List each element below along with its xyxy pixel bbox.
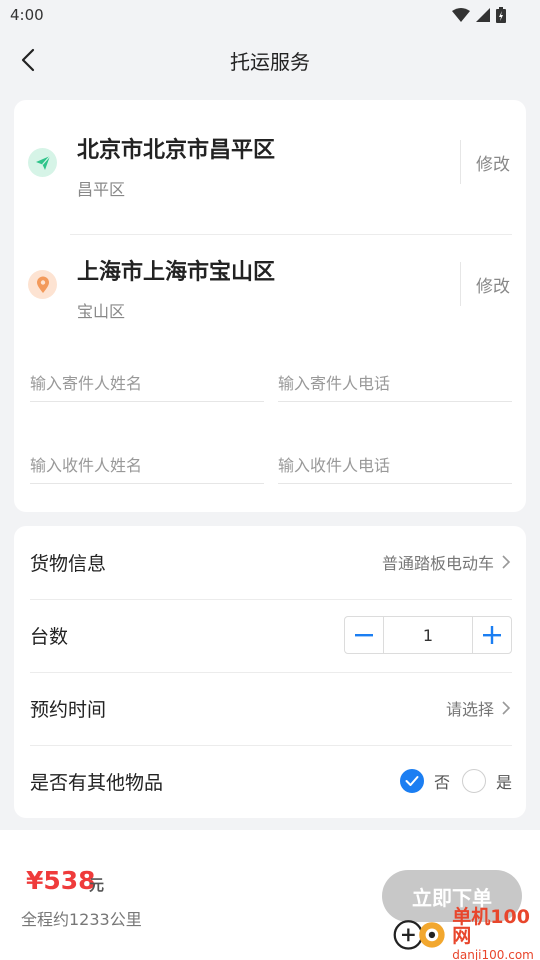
appointment-time-value-group: 请选择	[446, 696, 512, 720]
location-pin-icon	[28, 270, 57, 299]
receiver-phone-input[interactable]: 输入收件人电话	[278, 444, 512, 484]
other-items-radio-group: 否 是	[399, 769, 512, 793]
watermark-logo-icon	[393, 920, 445, 950]
other-items-row: 是否有其他物品 否 是	[30, 745, 512, 817]
other-items-label: 是否有其他物品	[30, 771, 164, 794]
status-time: 4:00	[10, 6, 44, 24]
signal-icon	[476, 8, 490, 22]
quantity-stepper: 1	[344, 616, 512, 654]
nav-bar: 托运服务	[0, 30, 540, 90]
decrement-button[interactable]	[345, 617, 383, 653]
total-price: ¥538	[26, 866, 96, 895]
sender-name-input[interactable]: 输入寄件人姓名	[30, 362, 264, 402]
quantity-value[interactable]: 1	[383, 617, 473, 653]
cargo-info-label: 货物信息	[30, 552, 107, 575]
cargo-info-row[interactable]: 货物信息 普通踏板电动车	[30, 526, 512, 598]
sender-phone-input[interactable]: 输入寄件人电话	[278, 362, 512, 402]
site-watermark: 单机100网 danji100.com	[392, 905, 540, 960]
receiver-name-input[interactable]: 输入收件人姓名	[30, 444, 264, 484]
watermark-en: danji100.com	[452, 947, 534, 960]
radio-unchecked[interactable]	[461, 769, 486, 793]
destination-address-district: 宝山区	[77, 302, 126, 321]
radio-option-no[interactable]: 否	[399, 769, 450, 793]
address-card: 北京市北京市昌平区 昌平区 修改 上海市上海市宝山区 宝山区 修改 输入寄件人姓…	[14, 100, 526, 512]
chevron-right-icon	[502, 701, 511, 715]
watermark-text: 单机100网 danji100.com	[452, 905, 540, 960]
status-icons	[452, 7, 506, 23]
destination-address-row[interactable]: 上海市上海市宝山区 宝山区 修改	[14, 232, 526, 342]
minus-icon	[355, 634, 373, 637]
appointment-time-row[interactable]: 预约时间 请选择	[30, 672, 512, 744]
radio-option-yes[interactable]: 是	[461, 769, 512, 793]
appointment-time-value: 请选择	[445, 700, 494, 719]
radio-label-no: 否	[433, 773, 450, 792]
chevron-right-icon	[502, 555, 511, 569]
destination-edit-button[interactable]: 修改	[476, 272, 510, 297]
page-title: 托运服务	[230, 49, 310, 74]
cargo-info-value: 普通踏板电动车	[381, 554, 494, 573]
increment-button[interactable]	[473, 617, 511, 653]
origin-address-row[interactable]: 北京市北京市昌平区 昌平区 修改	[14, 110, 526, 235]
radio-label-yes: 是	[495, 773, 512, 792]
route-distance: 全程约1233公里	[21, 910, 142, 929]
battery-icon	[496, 7, 506, 23]
appointment-time-label: 预约时间	[30, 698, 107, 721]
order-info-card: 货物信息 普通踏板电动车 台数 1 预约时间 请选择 是否有其他物品 否 是	[14, 526, 526, 818]
check-icon	[405, 776, 419, 786]
price-unit: 元	[89, 876, 105, 894]
quantity-label: 台数	[30, 625, 69, 648]
plus-icon	[483, 626, 501, 644]
radio-checked[interactable]	[399, 769, 424, 793]
destination-address-title: 上海市上海市宝山区	[77, 260, 276, 285]
status-bar: 4:00	[0, 0, 540, 30]
origin-edit-button[interactable]: 修改	[476, 150, 510, 175]
watermark-cn: 单机100网	[452, 905, 530, 947]
origin-address-title: 北京市北京市昌平区	[77, 138, 276, 163]
quantity-row: 台数 1	[30, 599, 512, 671]
paper-plane-icon	[28, 148, 57, 177]
chevron-left-icon[interactable]	[16, 47, 42, 73]
cargo-info-value-group: 普通踏板电动车	[382, 550, 512, 574]
divider	[460, 140, 461, 184]
origin-address-district: 昌平区	[77, 180, 126, 199]
divider	[460, 262, 461, 306]
wifi-icon	[452, 8, 470, 22]
